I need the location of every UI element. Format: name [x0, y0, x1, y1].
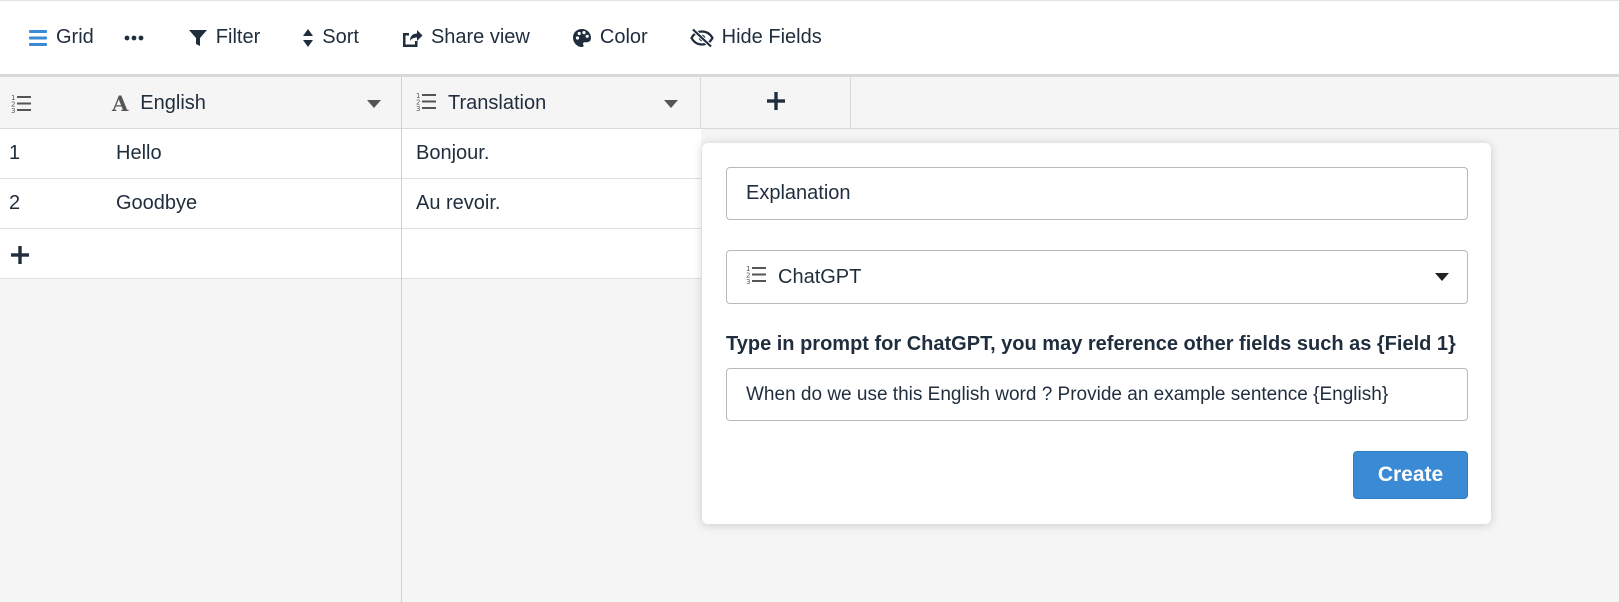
- grid-left-pane: 123 A English 1 Hello 2 Goodbye: [0, 77, 402, 602]
- field-type-value: ChatGPT: [778, 265, 862, 288]
- column-name: English: [140, 91, 206, 114]
- list-type-icon: 123: [416, 91, 438, 116]
- row-number: 2: [9, 192, 21, 214]
- ellipsis-icon: [124, 35, 144, 41]
- chevron-down-icon[interactable]: [664, 100, 678, 108]
- table-row[interactable]: 1 Hello: [0, 129, 401, 179]
- share-view-button[interactable]: Share view: [401, 26, 530, 49]
- svg-text:3: 3: [416, 105, 420, 111]
- hamburger-icon: [28, 29, 48, 47]
- text-type-icon: A: [112, 90, 129, 116]
- english-cell[interactable]: Hello: [116, 142, 162, 165]
- translation-cell[interactable]: Bonjour.: [402, 129, 701, 179]
- prompt-label: Type in prompt for ChatGPT, you may refe…: [726, 333, 1456, 355]
- cell-text: Au revoir.: [416, 192, 501, 214]
- sort-button[interactable]: Sort: [302, 26, 359, 49]
- filter-icon: [188, 28, 208, 48]
- add-column-button[interactable]: [701, 77, 851, 129]
- chevron-down-icon: [1435, 273, 1449, 281]
- grid-header-right: 123 Translation: [402, 77, 1619, 129]
- create-button[interactable]: Create: [1353, 451, 1468, 499]
- hide-fields-button[interactable]: Hide Fields: [689, 26, 822, 49]
- list-type-icon: 123: [746, 264, 768, 290]
- add-row-button[interactable]: [0, 229, 401, 279]
- view-toolbar: Grid Filter Sort Share view Color Hide F…: [0, 0, 1619, 77]
- color-label: Color: [599, 26, 648, 48]
- color-button[interactable]: Color: [572, 26, 648, 49]
- column-header-translation[interactable]: 123 Translation: [402, 77, 701, 129]
- translation-cell[interactable]: Au revoir.: [402, 179, 701, 229]
- field-type-select[interactable]: 123 ChatGPT: [726, 250, 1468, 304]
- grid-view-label: Grid: [56, 26, 94, 48]
- grid-header-left: 123 A English: [0, 77, 401, 129]
- filter-button[interactable]: Filter: [188, 26, 260, 49]
- sort-icon: [302, 28, 314, 48]
- palette-icon: [572, 28, 592, 48]
- filter-label: Filter: [215, 26, 261, 48]
- row-number-header-icon: 123: [11, 93, 33, 118]
- column-header-english[interactable]: A English: [112, 77, 401, 129]
- plus-icon: [766, 91, 786, 116]
- eye-slash-icon: [689, 27, 714, 48]
- hide-fields-label: Hide Fields: [721, 26, 822, 48]
- grid-view-button[interactable]: Grid: [28, 26, 94, 49]
- row-number: 1: [9, 142, 21, 164]
- chevron-down-icon[interactable]: [367, 100, 381, 108]
- plus-icon: [10, 245, 30, 271]
- field-name-input[interactable]: [726, 167, 1468, 220]
- cell-text: Bonjour.: [416, 142, 490, 164]
- more-options-button[interactable]: [124, 35, 144, 41]
- svg-text:3: 3: [746, 278, 750, 284]
- sort-label: Sort: [322, 26, 359, 48]
- share-icon: [401, 28, 423, 48]
- english-cell[interactable]: Goodbye: [116, 192, 197, 215]
- column-name: Translation: [448, 91, 547, 114]
- table-row[interactable]: 2 Goodbye: [0, 179, 401, 229]
- new-field-panel: 123 ChatGPT Type in prompt for ChatGPT, …: [702, 143, 1491, 524]
- share-view-label: Share view: [430, 26, 530, 48]
- svg-text:3: 3: [11, 107, 15, 113]
- prompt-input[interactable]: [726, 368, 1468, 421]
- empty-cell: [402, 229, 701, 279]
